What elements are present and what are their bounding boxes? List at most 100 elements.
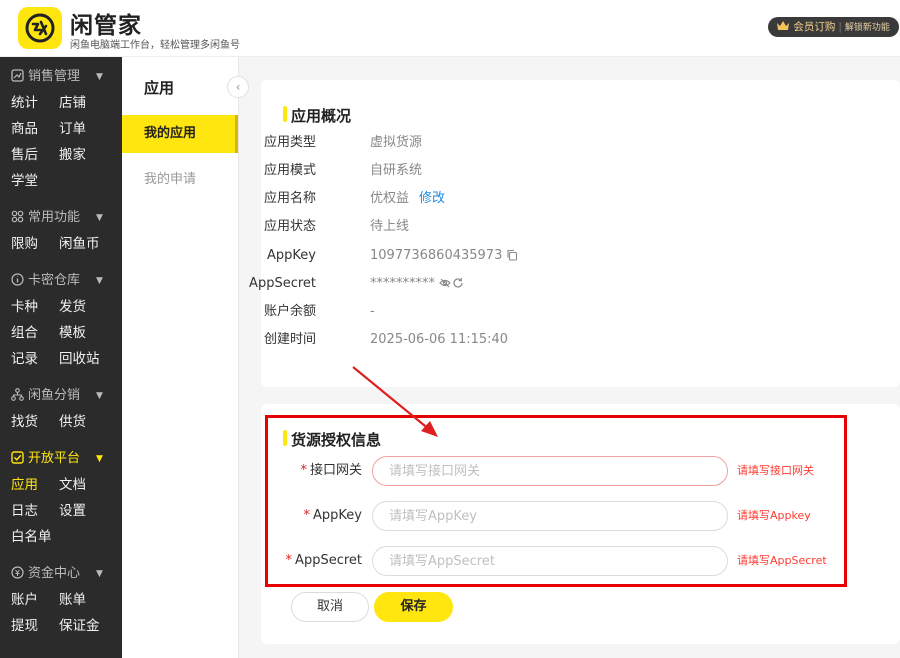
sidebar-item-whitelist[interactable]: 白名单	[11, 524, 59, 550]
field-appkey: * AppKey 请填写Appkey	[270, 501, 840, 531]
info-value: 2025-06-06 11:15:40	[370, 332, 509, 347]
sidebar-item-account[interactable]: 账户	[11, 587, 59, 613]
sidebar-item-store[interactable]: 店铺	[59, 90, 107, 116]
chart-icon	[11, 69, 24, 82]
vip-label: 会员订购	[793, 21, 836, 33]
field-appsecret: * AppSecret 请填写AppSecret	[270, 546, 840, 576]
crown-icon	[777, 21, 789, 30]
cancel-button[interactable]: 取消	[291, 592, 369, 622]
sidebar-item-goods[interactable]: 商品	[11, 116, 59, 142]
top-bar: 闲管家 闲鱼电脑端工作台，轻松管理多闲鱼号 会员订购 | 解锁新功能	[0, 0, 900, 57]
tree-icon	[11, 388, 24, 401]
field-error: 请填写Appkey	[737, 509, 811, 522]
info-label: 应用模式	[263, 163, 316, 178]
info-value: 自研系统	[370, 163, 423, 178]
info-value: -	[370, 304, 375, 319]
sidebar-group-sales[interactable]: 销售管理 ▼	[0, 64, 122, 90]
copy-icon[interactable]	[506, 249, 518, 261]
sidebar-item-logs[interactable]: 日志	[11, 498, 59, 524]
subnav-item-my-apps[interactable]: 我的应用	[122, 115, 238, 153]
sidebar-item-settings[interactable]: 设置	[59, 498, 107, 524]
appsecret-input[interactable]	[372, 546, 728, 576]
info-label: 应用状态	[263, 219, 316, 234]
sidebar-item-apps[interactable]: 应用	[11, 472, 59, 498]
info-row-app-mode: 应用模式 自研系统	[261, 161, 861, 181]
overview-title: 应用概况	[283, 105, 351, 126]
sidebar-group-open-platform[interactable]: 开放平台 ▼	[0, 446, 122, 472]
sidebar-item-aftersale[interactable]: 售后	[11, 142, 59, 168]
info-icon	[11, 273, 24, 286]
info-label: AppSecret	[249, 276, 316, 291]
sidebar-group-label: 常用功能	[28, 210, 81, 225]
info-label: 应用类型	[263, 135, 316, 150]
edit-name-link[interactable]: 修改	[419, 191, 445, 206]
field-error: 请填写接口网关	[737, 464, 814, 477]
app-logo[interactable]	[18, 7, 62, 49]
sidebar-item-records[interactable]: 记录	[11, 346, 59, 372]
sidebar-group-common[interactable]: 常用功能 ▼	[0, 205, 122, 231]
grid-icon	[11, 210, 24, 223]
coin-icon	[11, 566, 24, 579]
info-row-balance: 账户余额 -	[261, 302, 861, 322]
gateway-input[interactable]	[372, 456, 728, 486]
sidebar-item-supply[interactable]: 供货	[59, 409, 107, 435]
sidebar: 销售管理 ▼ 统计 店铺 商品 订单 售后 搬家 学堂 常用功能 ▼ 限购 闲鱼币 卡密仓库…	[0, 57, 122, 658]
sidebar-item-withdraw[interactable]: 提现	[11, 613, 59, 639]
sidebar-item-deposit[interactable]: 保证金	[59, 613, 107, 639]
vip-sub-label: 解锁新功能	[844, 23, 890, 33]
info-value: 待上线	[370, 219, 410, 234]
caret-down-icon: ▼	[96, 276, 103, 286]
fish-logo-icon	[25, 13, 55, 43]
info-row-created: 创建时间 2025-06-06 11:15:40	[261, 330, 861, 350]
sidebar-item-recycle[interactable]: 回收站	[59, 346, 107, 372]
chevron-left-icon: ‹	[235, 80, 241, 94]
appkey-input[interactable]	[372, 501, 728, 531]
sidebar-group-label: 开放平台	[28, 451, 81, 466]
sidebar-group-funds[interactable]: 资金中心 ▼	[0, 561, 122, 587]
info-value: 虚拟货源	[370, 135, 423, 150]
field-gateway: * 接口网关 请填写接口网关	[270, 456, 840, 486]
collapse-button[interactable]: ‹	[227, 76, 249, 98]
app-name: 闲管家	[70, 13, 142, 39]
caret-down-icon: ▼	[96, 569, 103, 579]
sub-nav: 应用 我的应用 我的申请	[122, 57, 239, 658]
sidebar-item-stats[interactable]: 统计	[11, 90, 59, 116]
info-label: 应用名称	[263, 191, 316, 206]
sidebar-item-coins[interactable]: 闲鱼币	[59, 231, 107, 257]
info-value: 1097736860435973	[370, 248, 503, 263]
info-row-appkey: AppKey 1097736860435973	[261, 246, 861, 266]
subnav-item-my-applications[interactable]: 我的申请	[122, 161, 238, 199]
sidebar-item-academy[interactable]: 学堂	[11, 168, 59, 194]
sidebar-item-template[interactable]: 模板	[59, 320, 107, 346]
field-label: * 接口网关	[300, 463, 362, 478]
caret-down-icon: ▼	[96, 391, 103, 401]
info-row-app-name: 应用名称 优权益 修改	[261, 189, 861, 209]
info-value: **********	[370, 276, 435, 291]
sidebar-item-combo[interactable]: 组合	[11, 320, 59, 346]
field-label: * AppKey	[303, 508, 362, 523]
sidebar-group-card-store[interactable]: 卡密仓库 ▼	[0, 268, 122, 294]
save-button[interactable]: 保存	[374, 592, 453, 622]
sidebar-item-bill[interactable]: 账单	[59, 587, 107, 613]
info-row-appsecret: AppSecret **********	[249, 274, 861, 294]
field-label: * AppSecret	[285, 553, 362, 568]
sidebar-item-ship[interactable]: 发货	[59, 294, 107, 320]
sidebar-group-label: 闲鱼分销	[28, 388, 81, 403]
eye-off-icon[interactable]	[439, 277, 451, 289]
info-value: 优权益	[370, 191, 410, 206]
sidebar-item-find-goods[interactable]: 找货	[11, 409, 59, 435]
refresh-icon[interactable]	[452, 277, 464, 289]
sidebar-item-card-type[interactable]: 卡种	[11, 294, 59, 320]
vip-subscribe-button[interactable]: 会员订购 | 解锁新功能	[768, 17, 899, 37]
sidebar-item-move[interactable]: 搬家	[59, 142, 107, 168]
subnav-title: 应用	[144, 79, 175, 97]
info-label: AppKey	[267, 248, 316, 263]
sidebar-item-orders[interactable]: 订单	[59, 116, 107, 142]
sidebar-group-label: 卡密仓库	[28, 273, 81, 288]
info-label: 账户余额	[263, 304, 316, 319]
caret-down-icon: ▼	[96, 72, 103, 82]
sidebar-item-docs[interactable]: 文档	[59, 472, 107, 498]
auth-title: 货源授权信息	[283, 429, 381, 450]
sidebar-item-limit[interactable]: 限购	[11, 231, 59, 257]
sidebar-group-distribution[interactable]: 闲鱼分销 ▼	[0, 383, 122, 409]
